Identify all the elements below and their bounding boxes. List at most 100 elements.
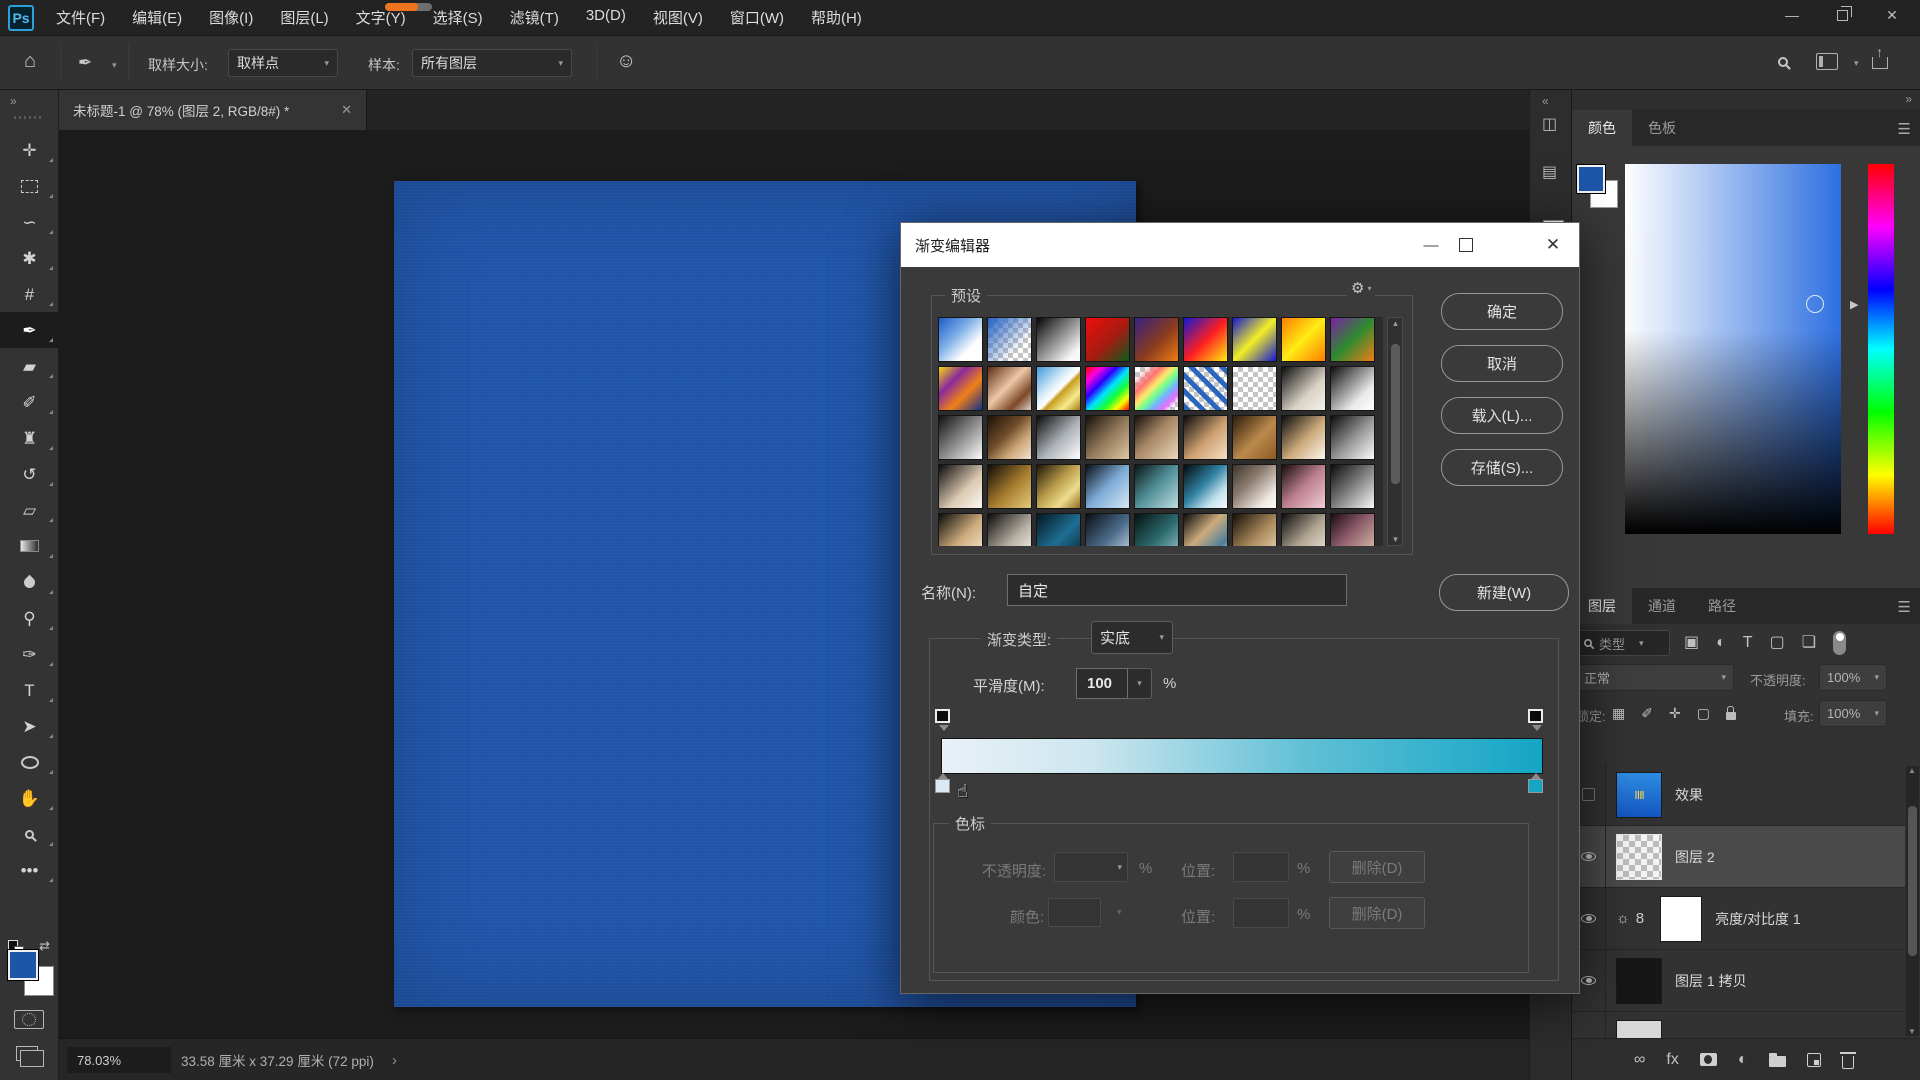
menu-item[interactable]: 图层(L) <box>280 7 328 28</box>
gradient-preset[interactable] <box>1183 317 1228 362</box>
healing-brush-tool[interactable]: ▰ <box>0 348 59 384</box>
opacity-stop-right[interactable] <box>1528 709 1543 723</box>
dodge-tool[interactable]: ⚲ <box>0 600 59 636</box>
gradient-preset[interactable] <box>938 513 983 546</box>
gradient-preset[interactable] <box>1036 415 1081 460</box>
minimize-button[interactable]: — <box>1774 1 1810 29</box>
scrollbar-thumb[interactable] <box>1908 806 1917 956</box>
gradient-preview-bar[interactable] <box>941 738 1543 774</box>
panel-menu-icon[interactable]: ☰ <box>1898 598 1911 616</box>
gradient-preset[interactable] <box>1036 317 1081 362</box>
layer-filter-select[interactable]: 类型 ▾ <box>1576 630 1670 656</box>
ok-button[interactable]: 确定 <box>1441 293 1563 330</box>
new-button[interactable]: 新建(W) <box>1439 574 1569 611</box>
color-stop-right[interactable] <box>1528 779 1543 793</box>
gradient-type-select[interactable]: 实底▾ <box>1091 621 1173 654</box>
gradient-preset[interactable] <box>1183 366 1228 411</box>
eraser-tool[interactable]: ▱ <box>0 492 59 528</box>
smoothness-input[interactable]: 100 <box>1076 668 1128 699</box>
gradient-preset[interactable] <box>1134 366 1179 411</box>
gradient-preset[interactable] <box>1036 366 1081 411</box>
lock-artboard-icon[interactable]: ▢ <box>1697 706 1710 720</box>
gradient-preset[interactable] <box>1330 317 1375 362</box>
close-tab-icon[interactable]: ✕ <box>341 102 352 118</box>
layer-name[interactable]: 效果 <box>1675 785 1703 805</box>
gradient-preset[interactable] <box>1330 415 1375 460</box>
eyedropper-tool[interactable]: ✒ <box>0 312 59 348</box>
layers-scrollbar[interactable]: ▲ ▼ <box>1906 766 1919 1036</box>
gradient-preset[interactable] <box>938 366 983 411</box>
gradient-preset[interactable] <box>987 317 1032 362</box>
hue-slider-pointer[interactable]: ▶ <box>1850 298 1858 311</box>
pen-tool[interactable]: ✑ <box>0 636 59 672</box>
gradient-preset[interactable] <box>1183 415 1228 460</box>
layer-row[interactable]: ☼8 亮度/对比度 1 <box>1572 888 1905 950</box>
screen-mode-button[interactable] <box>16 1046 38 1061</box>
search-icon[interactable] <box>1778 54 1788 72</box>
scroll-down-icon[interactable]: ▼ <box>1392 535 1400 544</box>
sample-select[interactable]: 所有图层▾ <box>412 49 572 77</box>
blend-mode-select[interactable]: 正常▾ <box>1576 664 1734 691</box>
filter-smart-objects-icon[interactable]: ❏ <box>1802 635 1816 651</box>
menu-item[interactable]: 窗口(W) <box>730 7 784 28</box>
gradient-preset[interactable] <box>1330 366 1375 411</box>
sample-size-select[interactable]: 取样点▾ <box>228 49 338 77</box>
gradient-name-input[interactable]: 自定 <box>1007 574 1347 606</box>
collapse-panels-icon[interactable]: » <box>1905 92 1912 106</box>
gradient-preset[interactable] <box>1183 513 1228 546</box>
gradient-preset[interactable] <box>1134 415 1179 460</box>
layer-row[interactable]: 图层 1 拷贝 <box>1572 950 1905 1012</box>
layer-name[interactable]: 图层 2 <box>1675 847 1715 867</box>
menu-item[interactable]: 视图(V) <box>653 7 703 28</box>
color-stop-left[interactable] <box>935 779 950 793</box>
collapsed-panel-icon[interactable]: ◫ <box>1542 114 1557 134</box>
menu-item[interactable]: 选择(S) <box>433 7 483 28</box>
brush-tool[interactable]: ✐ <box>0 384 59 420</box>
smiley-feedback-icon[interactable]: ☺ <box>616 50 636 73</box>
gradient-preset[interactable] <box>1232 366 1277 411</box>
lock-all-icon[interactable] <box>1726 706 1736 720</box>
layer-thumbnail[interactable] <box>1616 958 1662 1004</box>
menu-item[interactable]: 文件(F) <box>56 7 105 28</box>
collapse-panels-icon[interactable]: « <box>1542 94 1549 108</box>
filter-shape-layers-icon[interactable]: ▢ <box>1770 635 1785 651</box>
cancel-button[interactable]: 取消 <box>1441 345 1563 382</box>
scrollbar-thumb[interactable] <box>1391 344 1400 484</box>
layer-row[interactable] <box>1572 1012 1905 1038</box>
foreground-color-swatch[interactable] <box>8 950 38 980</box>
collapse-toolbar-icon[interactable]: » <box>10 94 17 108</box>
gradient-preset[interactable] <box>1232 513 1277 546</box>
gradient-preset[interactable] <box>1085 464 1130 509</box>
gradient-preset[interactable] <box>1085 513 1130 546</box>
ellipse-shape-tool[interactable] <box>0 744 59 780</box>
lock-move-icon[interactable]: ✛ <box>1669 706 1681 720</box>
filter-pixel-layers-icon[interactable]: ▣ <box>1684 635 1699 651</box>
gradient-preset[interactable] <box>1134 464 1179 509</box>
gradient-preset[interactable] <box>1330 513 1375 546</box>
clone-stamp-tool[interactable]: ♜ <box>0 420 59 456</box>
link-layers-icon[interactable]: ∞ <box>1634 1052 1645 1068</box>
tab-color[interactable]: 颜色 <box>1572 110 1632 146</box>
stop-position-input[interactable] <box>1233 852 1289 882</box>
stop-position-input[interactable] <box>1233 898 1289 928</box>
layer-thumbnail[interactable] <box>1616 1020 1662 1038</box>
foreground-color-swatch[interactable] <box>1577 165 1605 193</box>
gradient-preset[interactable] <box>1085 415 1130 460</box>
gradient-preset[interactable] <box>1330 464 1375 509</box>
move-tool[interactable]: ✛ <box>0 132 59 168</box>
gradient-preset[interactable] <box>1281 317 1326 362</box>
filter-type-layers-icon[interactable]: T <box>1743 635 1753 651</box>
quick-mask-button[interactable] <box>14 1010 44 1029</box>
photoshop-logo[interactable]: Ps <box>8 5 34 31</box>
gradient-preset[interactable] <box>1036 513 1081 546</box>
tab-paths[interactable]: 路径 <box>1692 588 1752 624</box>
document-tab[interactable]: 未标题-1 @ 78% (图层 2, RGB/8#) * ✕ <box>59 90 367 130</box>
delete-color-stop-button[interactable]: 删除(D) <box>1329 897 1425 929</box>
layer-thumbnail[interactable] <box>1616 772 1662 818</box>
gradient-preset[interactable] <box>1281 464 1326 509</box>
delete-layer-icon[interactable] <box>1842 1051 1854 1069</box>
gradient-preset[interactable] <box>1183 464 1228 509</box>
gradient-preset[interactable] <box>987 513 1032 546</box>
gradient-preset[interactable] <box>938 415 983 460</box>
opacity-select[interactable]: 100%▾ <box>1819 664 1887 691</box>
